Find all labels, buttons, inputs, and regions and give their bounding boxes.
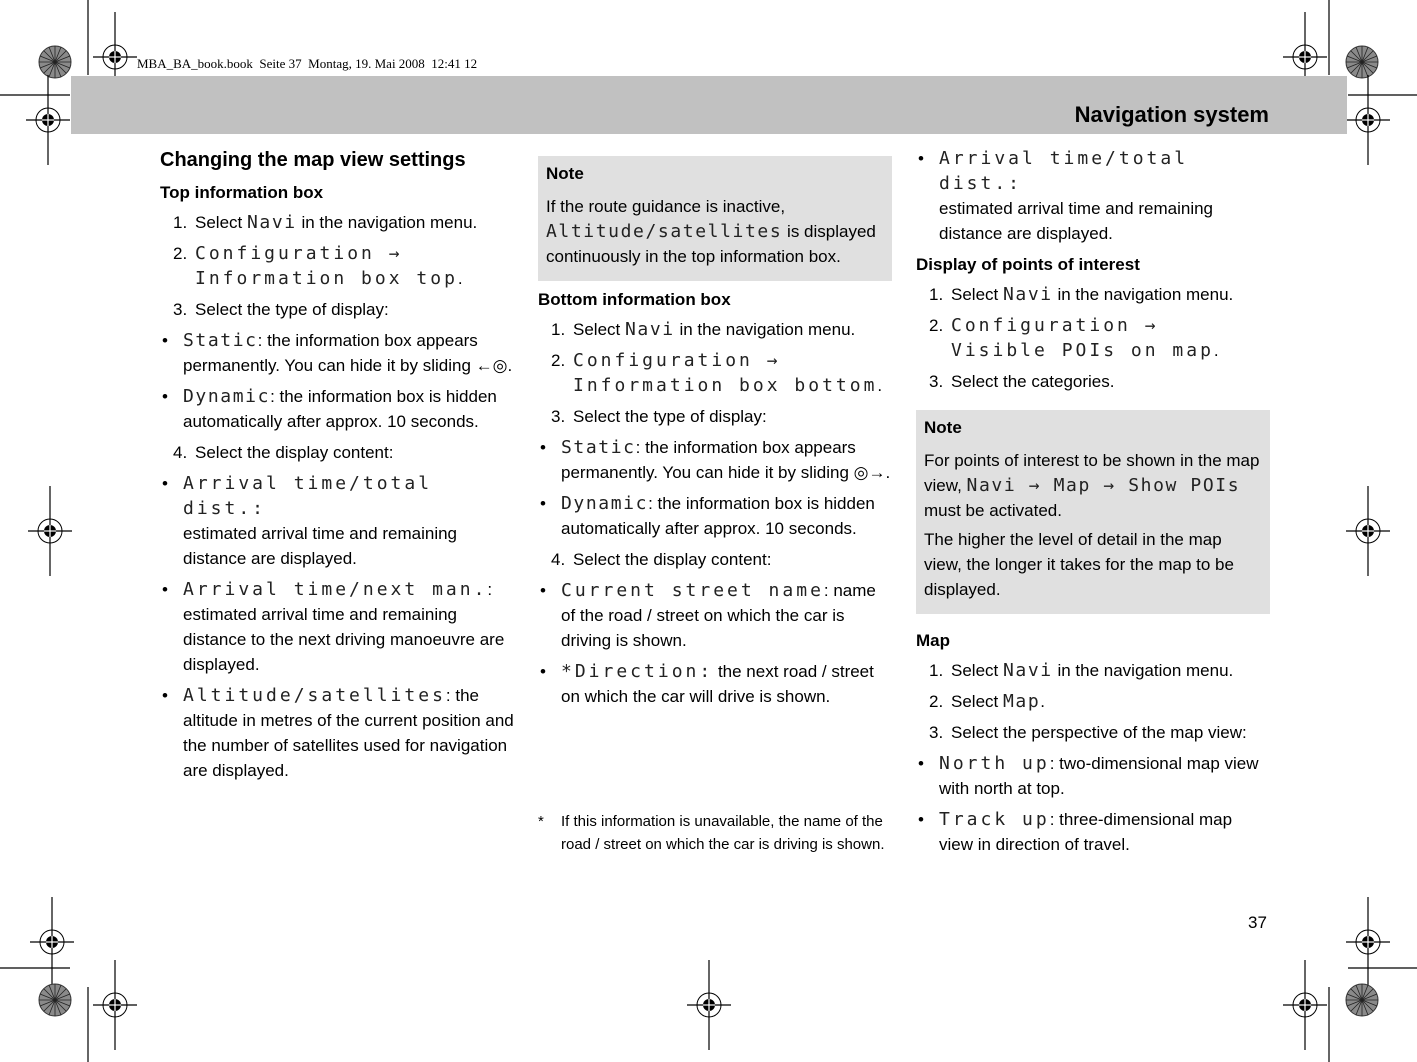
menu-term: Configuration → xyxy=(573,350,781,371)
note-box: Note If the route guidance is inactive, … xyxy=(538,156,892,281)
menu-term: Altitude/satellites xyxy=(183,685,446,706)
menu-term: North up xyxy=(939,753,1050,774)
note-box: Note For points of interest to be shown … xyxy=(916,410,1270,614)
menu-term: Information box top xyxy=(195,268,458,289)
bullet-item: • Static: the information box appears pe… xyxy=(540,437,891,482)
step-item: 3. Select the type of display: xyxy=(173,300,389,319)
menu-term: Navi xyxy=(1002,284,1053,305)
menu-term: Navi xyxy=(246,212,297,233)
menu-term: Configuration → xyxy=(195,243,403,264)
step-item: 2. Configuration → Information box top. xyxy=(173,243,463,289)
menu-term: Altitude/satellites xyxy=(546,221,783,242)
bullet-item: • Dynamic: the information box is hidden… xyxy=(540,493,875,538)
bullet-item: • Current street name: name of the road … xyxy=(540,580,876,650)
menu-term: Map xyxy=(1002,691,1041,712)
color-star-mark xyxy=(38,45,72,79)
step-item: 1. Select Navi in the navigation menu. xyxy=(929,660,1234,681)
menu-term: Arrival time/next man. xyxy=(183,579,488,600)
bullet-item: • Static: the information box appears pe… xyxy=(162,330,513,375)
bullet-item: • Arrival time/next man.: estimated arri… xyxy=(162,579,505,674)
menu-term: Current street name xyxy=(561,580,824,601)
step-item: 3. Select the categories. xyxy=(929,372,1115,391)
menu-term: Dynamic xyxy=(183,386,271,407)
page-number: 37 xyxy=(1248,913,1267,932)
step-item: 2. Select Map. xyxy=(929,691,1046,712)
menu-term: Navi xyxy=(1002,660,1053,681)
bullet-item: • Altitude/satellites: the altitude in m… xyxy=(162,685,514,780)
menu-term: Navi xyxy=(624,319,675,340)
menu-term: Static xyxy=(183,330,258,351)
bullet-item: • Dynamic: the information box is hidden… xyxy=(162,386,497,431)
menu-term: Static xyxy=(561,437,636,458)
footnote-marker: * xyxy=(538,813,544,830)
column-3: • Arrival time/total dist.: estimated ar… xyxy=(916,146,1270,863)
menu-term: Arrival time/total dist.: xyxy=(183,473,433,519)
menu-term: Visible POIs on map xyxy=(951,340,1214,361)
menu-term: Track up xyxy=(939,809,1050,830)
header-bar: Navigation system xyxy=(71,76,1347,134)
note-text: The higher the level of detail in the ma… xyxy=(924,530,1234,599)
bullet-item: • North up: two-dimensional map view wit… xyxy=(918,753,1259,798)
column-1: Changing the map view settings Top infor… xyxy=(160,146,515,789)
subsection-title-poi: Display of points of interest xyxy=(916,255,1140,274)
bullet-item: • Track up: three-dimensional map view i… xyxy=(918,809,1233,854)
step-item: 3. Select the perspective of the map vie… xyxy=(929,723,1247,742)
chapter-title: Navigation system xyxy=(1074,102,1269,127)
step-item: 4. Select the display content: xyxy=(551,550,772,569)
step-item: 1. Select Navi in the navigation menu. xyxy=(173,212,478,233)
footnote: * If this information is unavailable, th… xyxy=(538,810,892,856)
note-title: Note xyxy=(924,418,962,437)
subsection-title-map: Map xyxy=(916,631,950,650)
menu-term: Dynamic xyxy=(561,493,649,514)
column-2: Note If the route guidance is inactive, … xyxy=(538,156,892,715)
step-item: 3. Select the type of display: xyxy=(551,407,767,426)
subsection-title-bottom-box: Bottom information box xyxy=(538,290,731,309)
bullet-item: • Arrival time/total dist.: estimated ar… xyxy=(918,148,1214,243)
note-title: Note xyxy=(546,164,584,183)
menu-term: Arrival time/total dist.: xyxy=(939,148,1189,194)
menu-term: Information box bottom xyxy=(573,375,878,396)
step-item: 1. Select Navi in the navigation menu. xyxy=(929,284,1234,305)
print-info-line: MBA_BA_book.book Seite 37 Montag, 19. Ma… xyxy=(137,56,478,71)
subsection-title-top-box: Top information box xyxy=(160,183,324,202)
step-item: 1. Select Navi in the navigation menu. xyxy=(551,319,856,340)
menu-term: *Direction: xyxy=(561,661,714,682)
step-item: 2. Configuration → Visible POIs on map. xyxy=(929,315,1219,361)
step-item: 2. Configuration → Information box botto… xyxy=(551,350,883,396)
footnote-text: If this information is unavailable, the … xyxy=(561,813,885,853)
step-item: 4. Select the display content: xyxy=(173,443,394,462)
menu-term: Navi → Map → Show POIs xyxy=(966,475,1241,496)
bullet-item: • Arrival time/total dist.: estimated ar… xyxy=(162,473,458,568)
section-title: Changing the map view settings xyxy=(160,149,466,171)
bullet-item: • *Direction: the next road / street on … xyxy=(540,661,874,706)
note-text: For points of interest to be shown in th… xyxy=(924,451,1260,520)
note-text: If the route guidance is inactive, Altit… xyxy=(546,197,876,266)
slide-left-icon: ←◎ xyxy=(475,356,508,375)
menu-term: Configuration → xyxy=(951,315,1159,336)
slide-right-icon: ◎→ xyxy=(853,463,886,482)
